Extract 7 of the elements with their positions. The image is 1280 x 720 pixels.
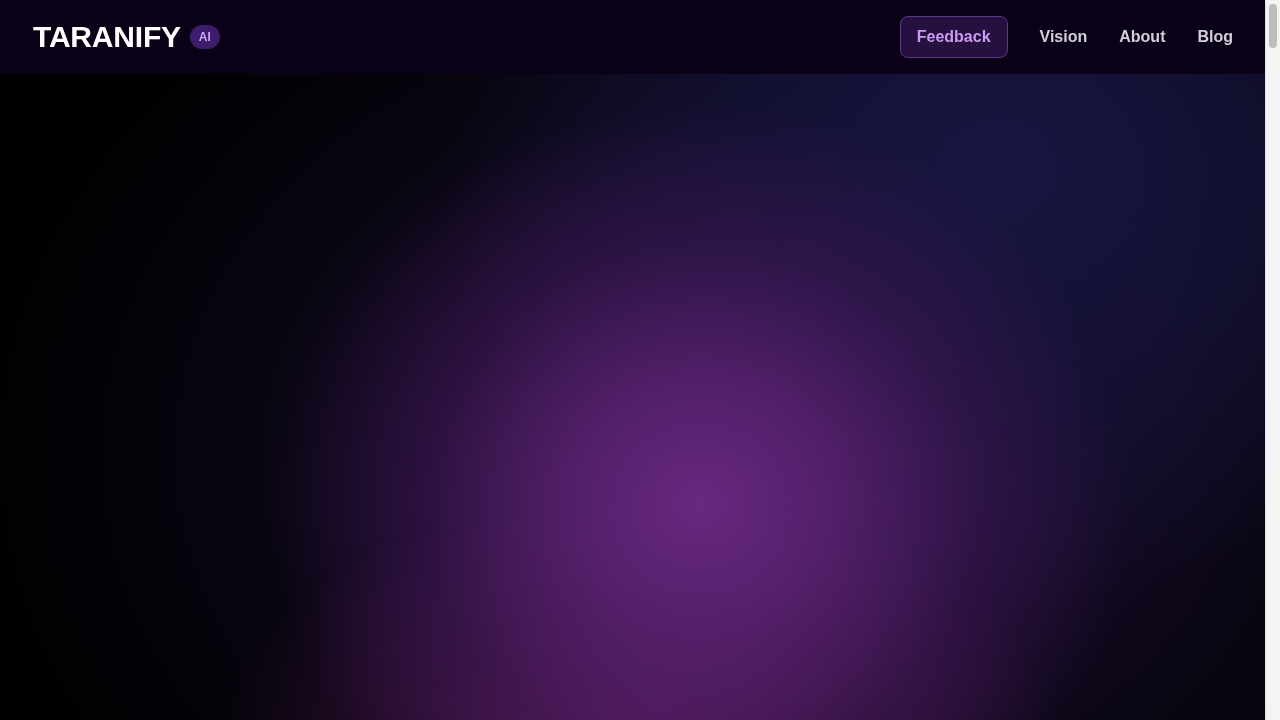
feedback-button[interactable]: Feedback bbox=[899, 16, 1008, 58]
nav-link[interactable]: Vision bbox=[1039, 28, 1088, 46]
scrollbar[interactable] bbox=[1265, 0, 1280, 720]
nav-link[interactable]: Blog bbox=[1197, 28, 1233, 46]
nav-link[interactable]: About bbox=[1119, 28, 1166, 46]
logo-text[interactable]: TARANIFY bbox=[33, 22, 181, 52]
ai-badge: AI bbox=[189, 25, 220, 49]
